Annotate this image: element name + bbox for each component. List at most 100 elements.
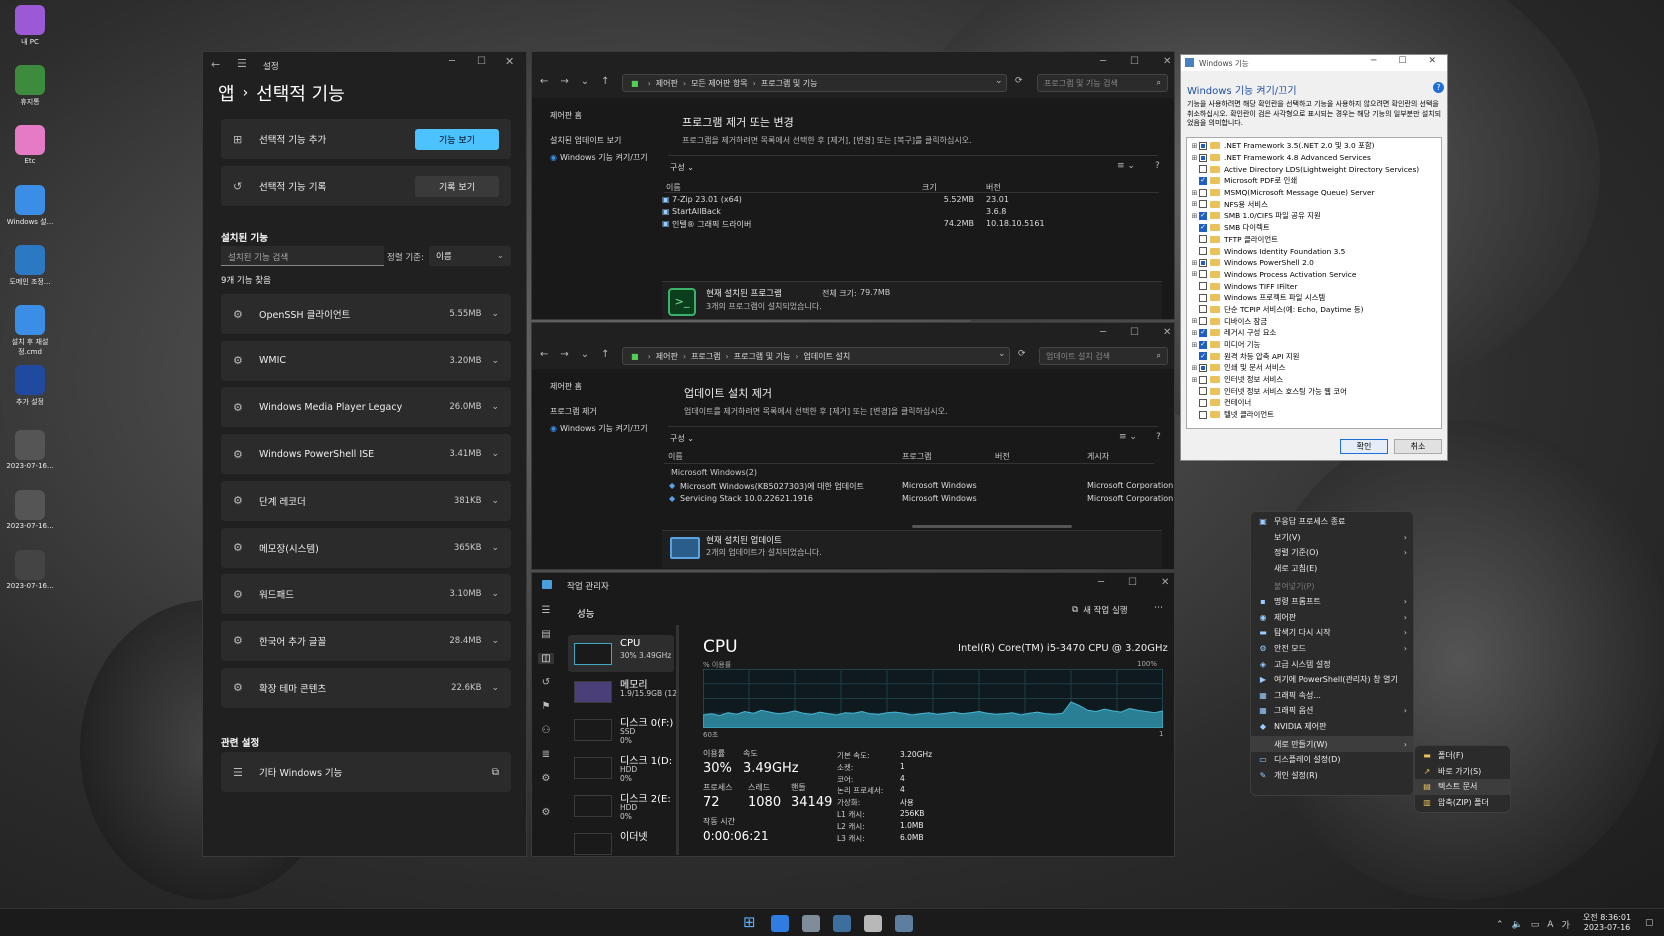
view-history-button[interactable]: 기록 보기 — [415, 175, 499, 197]
update-name[interactable]: Servicing Stack 10.0.22621.1916 — [680, 494, 813, 503]
address-segment[interactable]: 프로그램 및 기능 — [734, 352, 791, 361]
desktop-icon[interactable]: 휴지통 — [4, 65, 56, 107]
feature-checkbox[interactable] — [1199, 258, 1207, 267]
control-panel-app-icon[interactable] — [895, 915, 913, 932]
feature-row[interactable]: ⊞ NFS용 서비스 — [1190, 198, 1438, 210]
search-input[interactable]: 설치된 기능 검색 — [221, 246, 384, 266]
address-segment[interactable]: 모든 제어판 항목 — [691, 79, 748, 88]
resource-item-6[interactable]: 이더넷 — [568, 825, 674, 856]
feature-row[interactable]: ⊞ 인쇄 및 문서 서비스 — [1190, 362, 1438, 374]
program-name[interactable]: 7-Zip 23.01 (x64) — [672, 195, 742, 204]
up-arrow-icon[interactable]: ↑ — [601, 76, 609, 87]
feature-row[interactable]: ✓ SMB 다이렉트 — [1190, 222, 1438, 234]
feature-row[interactable]: 텔넷 클라이언트 — [1190, 409, 1438, 421]
chevron-down-icon[interactable]: ⌄ — [491, 543, 499, 553]
feature-checkbox[interactable] — [1199, 282, 1207, 291]
feature-checkbox[interactable] — [1199, 387, 1207, 396]
help-icon[interactable]: ? — [1156, 432, 1161, 442]
chevron-down-icon[interactable]: ⌄ — [491, 402, 499, 412]
context-menu-item[interactable]: ✎ 개인 설정(R) — [1251, 768, 1413, 784]
expand-toggle-icon[interactable]: ⊞ — [1190, 212, 1199, 220]
help-icon[interactable]: ? — [1433, 82, 1444, 93]
address-segment[interactable]: 제어판 — [656, 352, 678, 361]
maximize-button[interactable]: ☐ — [477, 56, 486, 67]
update-name[interactable]: Microsoft Windows(KB5027303)에 대한 업데이트 — [680, 481, 864, 492]
more-windows-features-link[interactable]: ☰ 기타 Windows 기능 ⧉ — [221, 752, 511, 792]
context-menu-item[interactable]: ▦ 그래픽 옵션 › — [1251, 703, 1413, 719]
new-task-button[interactable]: ⧉ 새 작업 실행 — [1072, 604, 1128, 616]
back-arrow-icon[interactable]: ← — [540, 349, 548, 360]
context-menu-item[interactable]: ▣ 무응답 프로세스 종료 — [1251, 514, 1413, 530]
expand-toggle-icon[interactable]: ⊞ — [1190, 376, 1199, 384]
feature-row[interactable]: ⊞ .NET Framework 4.8 Advanced Services — [1190, 152, 1438, 164]
forward-arrow-icon[interactable]: → — [560, 349, 568, 360]
feature-checkbox[interactable] — [1199, 141, 1207, 150]
expand-toggle-icon[interactable]: ⊞ — [1190, 189, 1199, 197]
maximize-button[interactable]: ☐ — [1130, 327, 1139, 338]
task-manager-app-icon[interactable] — [833, 915, 851, 932]
feature-checkbox[interactable] — [1199, 188, 1207, 197]
view-features-button[interactable]: 기능 보기 — [415, 128, 499, 150]
feature-row[interactable]: Active Directory LDS(Lightweight Directo… — [1190, 163, 1438, 175]
view-options-icon[interactable]: ≡ ⌄ — [1119, 432, 1137, 442]
feature-row[interactable]: ✓ Microsoft PDF로 인쇄 — [1190, 175, 1438, 187]
desktop-icon[interactable]: 2023-07-16... — [4, 550, 56, 590]
feature-row[interactable]: ⊞ 인터넷 정보 서비스 — [1190, 374, 1438, 386]
column-version[interactable]: 버전 — [995, 451, 1010, 462]
expand-toggle-icon[interactable]: ⊞ — [1190, 142, 1199, 150]
sort-dropdown[interactable]: 이름 ⌄ — [429, 246, 511, 266]
feature-item[interactable]: ⚙ WMIC 3.20MB ⌄ — [221, 340, 511, 381]
processes-icon[interactable]: ▤ — [541, 629, 550, 640]
settings-icon[interactable]: ⚙ — [542, 807, 551, 818]
expand-toggle-icon[interactable]: ⊞ — [1190, 259, 1199, 267]
submenu-item[interactable]: ▬ 폴더(F) — [1415, 748, 1510, 764]
minimize-button[interactable]: ─ — [1371, 56, 1376, 66]
desktop-icon[interactable]: 2023-07-16... — [4, 430, 56, 470]
close-button[interactable]: ✕ — [1163, 56, 1171, 67]
feature-checkbox[interactable] — [1199, 398, 1207, 407]
feature-row[interactable]: Windows TIFF IFilter — [1190, 280, 1438, 292]
feature-checkbox[interactable] — [1199, 153, 1207, 162]
minimize-button[interactable]: ─ — [1100, 56, 1106, 67]
volume-icon[interactable]: 🔈 — [1512, 920, 1523, 930]
desktop-icon[interactable]: Etc — [4, 125, 56, 165]
more-options-icon[interactable]: ⋯ — [1154, 603, 1163, 613]
maximize-button[interactable]: ☐ — [1128, 577, 1137, 588]
context-menu-item[interactable]: 새로 만들기(W) › — [1251, 736, 1413, 752]
column-publisher[interactable]: 게시자 — [1087, 451, 1109, 462]
feature-row[interactable]: 단순 TCPIP 서비스(예: Echo, Daytime 등) — [1190, 304, 1438, 316]
feature-item[interactable]: ⚙ 워드패드 3.10MB ⌄ — [221, 574, 511, 615]
feature-checkbox[interactable] — [1199, 363, 1207, 372]
expand-toggle-icon[interactable]: ⊞ — [1190, 341, 1199, 349]
expand-toggle-icon[interactable]: ⊞ — [1190, 270, 1199, 278]
minimize-button[interactable]: ─ — [1098, 577, 1104, 588]
address-dropdown-icon[interactable]: ⌄ — [998, 349, 1006, 359]
organize-button[interactable]: 구성 ⌄ — [670, 433, 694, 444]
address-segment[interactable]: 제어판 — [656, 79, 678, 88]
help-icon[interactable]: ? — [1155, 161, 1160, 171]
feature-row[interactable]: Windows 프로젝트 파일 시스템 — [1190, 292, 1438, 304]
submenu-item[interactable]: ▥ 압축(ZIP) 폴더 — [1415, 795, 1510, 811]
close-button[interactable]: ✕ — [1161, 577, 1169, 588]
minimize-button[interactable]: ─ — [449, 56, 455, 67]
organize-button[interactable]: 구성 ⌄ — [670, 162, 694, 173]
refresh-icon[interactable]: ⟳ — [1015, 76, 1023, 86]
feature-checkbox[interactable] — [1199, 305, 1207, 314]
file-explorer-icon[interactable] — [771, 915, 789, 932]
sidebar-link[interactable]: 설치된 업데이트 보기 — [550, 135, 648, 146]
resource-item-4[interactable]: 디스크 1(D: HDD 0% — [568, 749, 674, 786]
context-menu-item[interactable]: 보기(V) › — [1251, 530, 1413, 546]
desktop-icon[interactable]: 설치 후 재설정.cmd — [4, 305, 56, 357]
feature-checkbox[interactable] — [1199, 247, 1207, 256]
sidebar-link[interactable]: ◉ Windows 기능 켜기/끄기 — [550, 423, 648, 434]
feature-checkbox[interactable] — [1199, 317, 1207, 326]
start-icon[interactable]: ⊞ — [743, 915, 761, 932]
feature-item[interactable]: ⚙ 메모장(시스템) 365KB ⌄ — [221, 527, 511, 568]
hamburger-icon[interactable]: ☰ — [542, 605, 551, 616]
feature-checkbox[interactable] — [1199, 410, 1207, 419]
search-input[interactable]: 프로그램 및 기능 검색 ⌕ — [1037, 74, 1168, 92]
language-indicator[interactable]: A — [1547, 920, 1553, 930]
performance-icon[interactable]: ◫ — [538, 653, 554, 664]
startup-icon[interactable]: ⚑ — [542, 701, 551, 712]
services-icon[interactable]: ⚙ — [542, 773, 551, 784]
